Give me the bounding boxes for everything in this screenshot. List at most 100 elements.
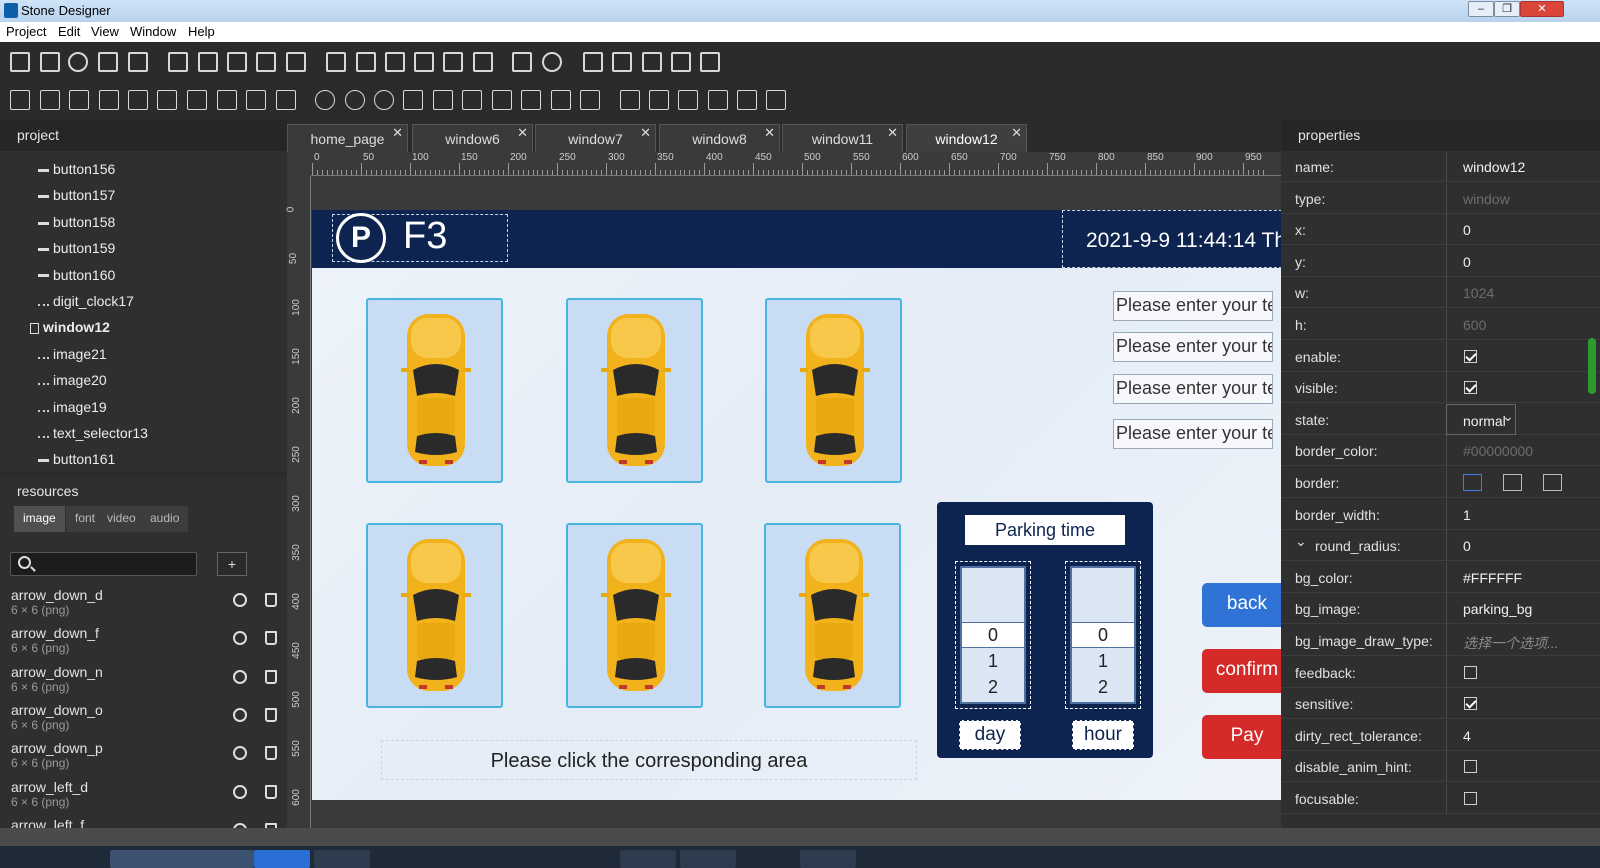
- gauge-icon[interactable]: [374, 90, 394, 110]
- checkbox[interactable]: [1464, 349, 1477, 363]
- parking-slot-2[interactable]: [566, 298, 703, 483]
- column-layout-icon[interactable]: [462, 90, 482, 110]
- minimize-button[interactable]: –: [1468, 1, 1494, 17]
- mledit-icon[interactable]: [385, 52, 405, 72]
- property-value[interactable]: 600: [1446, 309, 1600, 340]
- border-style-icon[interactable]: [1463, 474, 1482, 491]
- numbered-list-icon[interactable]: [157, 90, 177, 110]
- unlock-icon[interactable]: [700, 52, 720, 72]
- confirm-button[interactable]: confirm: [1202, 649, 1281, 693]
- tree-item-image19[interactable]: image19: [38, 399, 107, 415]
- bullet-list-icon[interactable]: [128, 90, 148, 110]
- find-usage-icon[interactable]: [233, 669, 247, 684]
- tree-item-button160[interactable]: button160: [38, 267, 115, 283]
- tab-button-icon[interactable]: [69, 90, 89, 110]
- tree-item-button158[interactable]: button158: [38, 214, 115, 230]
- taskbar-item[interactable]: [800, 850, 856, 868]
- find-usage-icon[interactable]: [233, 784, 247, 799]
- menu-edit[interactable]: Edit: [58, 24, 80, 39]
- tree-item-button156[interactable]: button156: [38, 161, 115, 177]
- parking-slot-6[interactable]: [764, 523, 901, 708]
- text-selector-icon[interactable]: [649, 90, 669, 110]
- tree-item-text_selector13[interactable]: text_selector13: [38, 425, 148, 441]
- taskbar-item[interactable]: [110, 850, 254, 868]
- trash-icon[interactable]: [265, 631, 277, 646]
- tab-window8[interactable]: window8 ✕: [659, 124, 780, 152]
- resource-item[interactable]: arrow_down_n 6 × 6 (png): [11, 664, 103, 695]
- chevron-down-icon[interactable]: ⌄: [1295, 533, 1307, 550]
- grid-layout-icon[interactable]: [492, 90, 512, 110]
- switch-widget-icon[interactable]: [98, 52, 118, 72]
- parking-slot-4[interactable]: [366, 523, 503, 708]
- tab-audio[interactable]: audio: [141, 506, 189, 532]
- image-animation-icon[interactable]: [286, 52, 306, 72]
- close-button[interactable]: ✕: [1520, 1, 1564, 17]
- dock-icon[interactable]: [551, 90, 571, 110]
- text-input-2[interactable]: Please enter your te:: [1113, 332, 1273, 362]
- parking-slot-5[interactable]: [566, 523, 703, 708]
- tab-window12[interactable]: window12 ✕: [906, 124, 1027, 152]
- tree-item-button157[interactable]: button157: [38, 187, 115, 203]
- combo-icon[interactable]: [187, 90, 207, 110]
- find-usage-icon[interactable]: [233, 746, 247, 761]
- checkbox[interactable]: [1464, 697, 1477, 711]
- lock-icon[interactable]: [671, 52, 691, 72]
- property-value[interactable]: #00000000: [1446, 435, 1600, 467]
- close-tab-icon[interactable]: ✕: [1011, 125, 1022, 141]
- color-wheel-icon[interactable]: [542, 52, 562, 72]
- hscroll-icon[interactable]: [10, 90, 30, 110]
- menu-view[interactable]: View: [91, 24, 119, 39]
- equalizer-icon[interactable]: [612, 52, 632, 72]
- find-usage-icon[interactable]: [233, 707, 247, 722]
- border-style-icon[interactable]: [1543, 474, 1562, 491]
- find-usage-icon[interactable]: [233, 631, 247, 646]
- btn-widget-icon[interactable]: [10, 52, 30, 72]
- row-layout-icon[interactable]: [433, 90, 453, 110]
- design-canvas[interactable]: P F3 2021-9-9 11:44:14 Th Please enter y…: [312, 210, 1281, 800]
- move-icon[interactable]: [708, 90, 728, 110]
- list-widget-icon[interactable]: [128, 52, 148, 72]
- hour-picker[interactable]: 0 1 2: [1065, 561, 1141, 709]
- property-value[interactable]: 0: [1446, 214, 1600, 246]
- label-icon[interactable]: [414, 52, 434, 72]
- trash-icon[interactable]: [265, 746, 277, 761]
- digit-clock[interactable]: 2021-9-9 11:44:14 Th: [1062, 210, 1281, 268]
- svg-widget-icon[interactable]: [227, 52, 247, 72]
- day-picker[interactable]: 0 1 2: [955, 561, 1031, 709]
- find-usage-icon[interactable]: [233, 593, 247, 607]
- tree-item-button159[interactable]: button159: [38, 240, 115, 256]
- property-value[interactable]: window12: [1446, 151, 1600, 182]
- trash-icon[interactable]: [265, 784, 277, 799]
- tree-item-digit_clock17[interactable]: digit_clock17: [38, 293, 134, 309]
- slider-icon[interactable]: [512, 52, 532, 72]
- check-widget-icon[interactable]: [40, 52, 60, 72]
- taskbar-item[interactable]: [254, 850, 310, 868]
- panel-icon[interactable]: [580, 90, 600, 110]
- checkbox[interactable]: [1464, 760, 1477, 774]
- property-value[interactable]: 0: [1446, 530, 1600, 562]
- property-value[interactable]: [1446, 688, 1600, 720]
- property-value[interactable]: [1446, 783, 1600, 814]
- taskbar-item[interactable]: [314, 850, 370, 868]
- close-tab-icon[interactable]: ✕: [392, 125, 403, 141]
- property-value[interactable]: [1446, 372, 1600, 404]
- edit-icon[interactable]: [326, 52, 346, 72]
- menu-help[interactable]: Help: [188, 24, 215, 39]
- resource-item[interactable]: arrow_left_d 6 × 6 (png): [11, 779, 88, 810]
- tree-item-image21[interactable]: image21: [38, 346, 107, 362]
- tab-image[interactable]: image: [14, 506, 65, 532]
- logo-frame[interactable]: P F3: [332, 213, 508, 263]
- resource-item[interactable]: arrow_down_p 6 × 6 (png): [11, 741, 103, 771]
- properties-scrollbar[interactable]: [1588, 338, 1596, 394]
- trash-icon[interactable]: [265, 707, 277, 722]
- maximize-button[interactable]: ❐: [1494, 1, 1520, 17]
- property-value[interactable]: #FFFFFF: [1446, 561, 1600, 593]
- trash-icon[interactable]: [265, 593, 277, 607]
- property-value[interactable]: 选择一个选项...: [1446, 625, 1600, 656]
- tab-home_page[interactable]: home_page ✕: [287, 124, 408, 152]
- image-widget-icon[interactable]: [256, 52, 276, 72]
- property-value[interactable]: [1446, 340, 1600, 372]
- border-style-icon[interactable]: [1503, 474, 1522, 491]
- list-view-icon[interactable]: [99, 90, 119, 110]
- vslider-icon[interactable]: [276, 90, 296, 110]
